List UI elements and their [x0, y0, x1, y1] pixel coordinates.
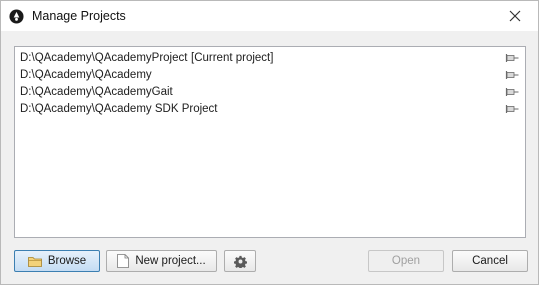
open-button[interactable]: Open — [368, 250, 444, 272]
cancel-button[interactable]: Cancel — [452, 250, 528, 272]
dialog-title: Manage Projects — [32, 9, 126, 23]
project-row[interactable]: D:\QAcademy\QAcademy SDK Project — [15, 101, 525, 117]
new-project-label: New project... — [135, 255, 206, 267]
cancel-label: Cancel — [472, 255, 508, 267]
close-icon — [509, 10, 521, 22]
folder-icon — [27, 256, 42, 267]
open-label: Open — [391, 255, 421, 267]
circle-logo-icon — [9, 9, 24, 24]
pin-icon[interactable] — [503, 70, 519, 80]
gear-icon — [233, 255, 247, 268]
project-row[interactable]: D:\QAcademy\QAcademy — [15, 67, 525, 83]
manage-projects-dialog: Manage Projects D:\QAcademy\QAcademyProj… — [0, 0, 539, 285]
close-button[interactable] — [492, 1, 538, 31]
current-project-tag: [Current project] — [191, 52, 274, 64]
project-row[interactable]: D:\QAcademy\QAcademyGait — [15, 84, 525, 100]
browse-label: Browse — [47, 255, 87, 267]
pin-icon[interactable] — [503, 104, 519, 114]
project-path: D:\QAcademy\QAcademy SDK Project — [20, 103, 218, 115]
project-row[interactable]: D:\QAcademy\QAcademyProject [Current pro… — [15, 50, 525, 66]
settings-button[interactable] — [224, 250, 256, 272]
pin-icon[interactable] — [503, 87, 519, 97]
browse-button[interactable]: Browse — [14, 250, 100, 272]
pin-icon[interactable] — [503, 53, 519, 63]
project-list[interactable]: D:\QAcademy\QAcademyProject [Current pro… — [14, 46, 526, 238]
title-bar: Manage Projects — [1, 1, 538, 31]
project-path: D:\QAcademy\QAcademyProject — [20, 52, 188, 64]
project-path: D:\QAcademy\QAcademyGait — [20, 86, 173, 98]
project-path: D:\QAcademy\QAcademy — [20, 69, 152, 81]
new-project-button[interactable]: New project... — [106, 250, 217, 272]
new-document-icon — [117, 254, 130, 268]
